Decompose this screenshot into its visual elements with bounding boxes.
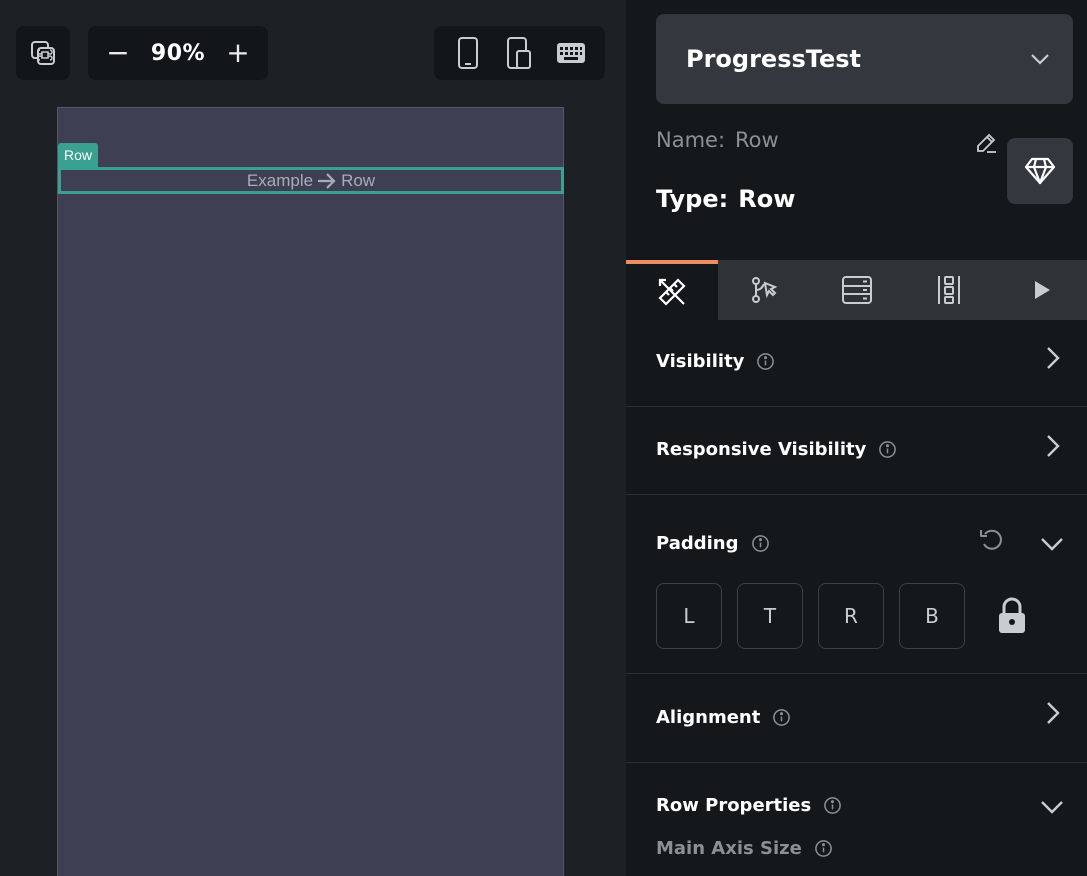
chevron-down-icon[interactable] — [1039, 793, 1065, 819]
tablet-icon — [507, 37, 532, 69]
device-preview[interactable] — [57, 107, 564, 876]
chevron-down-icon[interactable] — [1039, 530, 1065, 556]
chevron-down-icon — [1031, 54, 1049, 65]
responsive-visibility-section[interactable]: Responsive Visibility — [626, 407, 1087, 495]
row-properties-section: Row Properties — [626, 763, 1087, 876]
padding-title-row: Padding — [656, 533, 770, 554]
phone-view-button[interactable] — [448, 33, 488, 73]
row-properties-title-row: Row Properties — [656, 795, 842, 816]
tab-backend[interactable] — [810, 260, 902, 320]
widget-name-line: Name: Row — [656, 128, 779, 152]
visibility-section[interactable]: Visibility — [626, 320, 1087, 407]
actions-icon — [752, 277, 778, 303]
info-icon[interactable] — [756, 352, 775, 371]
type-value: Row — [738, 185, 796, 213]
diamond-icon — [1024, 157, 1056, 185]
page-selector[interactable]: ProgressTest — [656, 14, 1073, 104]
chevron-right-icon[interactable] — [1039, 700, 1065, 726]
zoom-level: 90% — [150, 40, 206, 66]
alignment-title: Alignment — [656, 707, 761, 728]
play-icon — [1034, 281, 1050, 299]
row-properties-title: Row Properties — [656, 795, 812, 816]
alignment-title-row: Alignment — [656, 707, 791, 728]
main-axis-size-label-row: Main Axis Size — [656, 838, 833, 859]
chevron-right-icon[interactable] — [1039, 433, 1065, 459]
name-value: Row — [735, 128, 779, 152]
widget-type-line: Type: Row — [656, 185, 795, 213]
premium-button[interactable] — [1007, 138, 1073, 204]
type-label: Type: — [656, 185, 729, 213]
keyboard-icon — [557, 43, 586, 63]
alignment-section[interactable]: Alignment — [626, 674, 1087, 763]
responsive-visibility-title-row: Responsive Visibility — [656, 439, 897, 460]
tab-properties[interactable] — [626, 260, 719, 320]
arrow-right-icon — [318, 172, 336, 189]
visibility-title: Visibility — [656, 351, 745, 372]
reset-icon[interactable] — [978, 526, 1006, 554]
lock-icon[interactable] — [996, 597, 1028, 635]
info-icon[interactable] — [814, 839, 833, 858]
padding-title: Padding — [656, 533, 739, 554]
properties-icon — [658, 278, 686, 306]
responsive-visibility-title: Responsive Visibility — [656, 439, 867, 460]
zoom-out-button[interactable]: − — [106, 39, 130, 67]
tab-actions[interactable] — [718, 260, 810, 320]
name-label: Name: — [656, 128, 726, 152]
chevron-right-icon[interactable] — [1039, 345, 1065, 371]
tablet-view-button[interactable] — [499, 33, 539, 73]
backend-icon — [841, 276, 872, 304]
main-axis-size-label: Main Axis Size — [656, 838, 802, 859]
device-toolbar — [434, 26, 605, 80]
layout-icon — [937, 276, 960, 304]
info-icon[interactable] — [878, 440, 897, 459]
command-icon — [31, 41, 55, 65]
tab-layout[interactable] — [903, 260, 995, 320]
canvas-area: − 90% + Row Example Row — [0, 0, 626, 876]
properties-panel: ProgressTest Name: Row Type: Row Visibil… — [626, 0, 1087, 876]
zoom-in-button[interactable]: + — [226, 39, 250, 67]
padding-right-input[interactable]: R — [818, 583, 884, 649]
tab-preview[interactable] — [995, 260, 1087, 320]
row-breadcrumb-child: Row — [341, 170, 376, 190]
padding-top-input[interactable]: T — [737, 583, 803, 649]
selected-widget-tag: Row — [58, 143, 99, 167]
panel-tabs — [626, 260, 1087, 320]
visibility-title-row: Visibility — [656, 351, 775, 372]
row-breadcrumb-parent: Example — [246, 170, 314, 190]
edit-name-icon[interactable] — [974, 131, 998, 155]
info-icon[interactable] — [772, 708, 791, 727]
phone-icon — [457, 37, 478, 69]
info-icon[interactable] — [823, 796, 842, 815]
padding-bottom-input[interactable]: B — [899, 583, 965, 649]
keyboard-button[interactable] — [551, 33, 591, 73]
padding-inputs: L T R B — [656, 583, 965, 649]
command-palette-button[interactable] — [16, 26, 70, 80]
padding-left-input[interactable]: L — [656, 583, 722, 649]
page-name: ProgressTest — [686, 45, 861, 73]
info-icon[interactable] — [751, 534, 770, 553]
selected-row-widget[interactable]: Example Row — [58, 167, 564, 194]
zoom-control: − 90% + — [88, 26, 268, 80]
